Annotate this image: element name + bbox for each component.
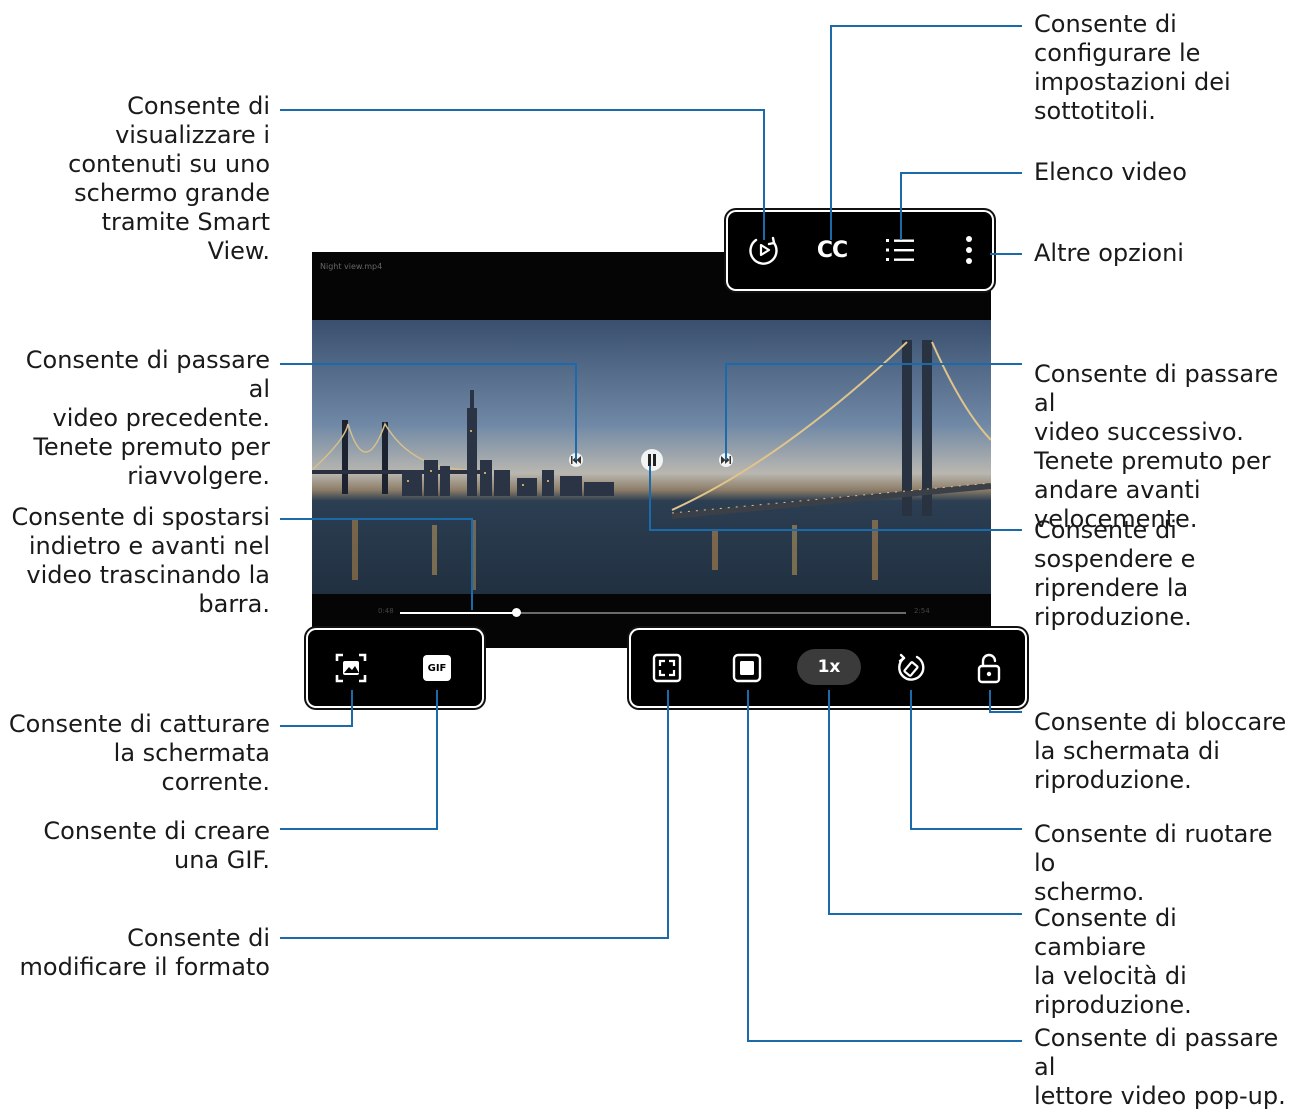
top-controls-panel: CC: [728, 212, 992, 289]
skip-back-icon: [571, 456, 581, 464]
gif-icon: GIF: [423, 655, 451, 681]
playback-controls-panel: 1x: [631, 630, 1025, 706]
leader-popup: [747, 690, 1022, 1042]
screen-capture-icon: [335, 653, 367, 683]
callout-next-video: Consente di passare al video successivo. T…: [1034, 360, 1279, 533]
leader-rotate: [910, 690, 1022, 830]
pause-icon: [648, 454, 656, 466]
callout-pause: Consente di sospendere e riprendere la ripr…: [1034, 516, 1196, 631]
smart-view-button[interactable]: [744, 230, 784, 270]
next-video-button[interactable]: [719, 453, 733, 467]
lock-icon: [977, 653, 1001, 684]
leader-gif: [280, 690, 438, 830]
callout-seek: Consente di spostarsi indietro e avanti n…: [11, 503, 270, 618]
callout-smart-view: Consente di visualizzare i contenuti su un…: [68, 92, 270, 265]
seek-bar-thumb[interactable]: [512, 608, 522, 617]
callout-prev-video: Consente di passare al video precedente. T…: [25, 346, 270, 490]
popup-player-icon: [732, 653, 762, 683]
subtitles-button[interactable]: CC: [808, 230, 856, 270]
smart-view-icon: [749, 236, 778, 265]
video-player-screen: Night view.mp4 0:48 2:54: [312, 252, 991, 648]
leader-ratio: [280, 690, 669, 939]
total-time: 2:54: [914, 607, 930, 615]
leader-speed: [828, 690, 1022, 915]
pause-button[interactable]: [641, 449, 663, 471]
previous-video-button[interactable]: [569, 453, 583, 467]
callout-popup: Consente di passare al lettore video pop-…: [1034, 1024, 1286, 1110]
more-options-button[interactable]: [954, 230, 984, 270]
video-list-button[interactable]: [880, 230, 920, 270]
seek-bar[interactable]: [400, 608, 906, 617]
rotate-button[interactable]: [891, 648, 931, 688]
callout-rotate: Consente di ruotare lo schermo.: [1034, 820, 1273, 906]
cc-icon: CC: [816, 237, 848, 263]
more-vertical-icon: [966, 236, 972, 264]
rotate-screen-icon: [898, 653, 925, 681]
aspect-ratio-icon: [652, 653, 682, 683]
callout-lock: Consente di bloccare la schermata di ripro…: [1034, 708, 1287, 794]
popup-player-button[interactable]: [727, 648, 767, 688]
ratio-button[interactable]: [647, 648, 687, 688]
callout-ratio: Consente di modificare il formato: [19, 924, 270, 981]
seek-bar-progress: [400, 612, 517, 614]
callout-gif: Consente di creare una GIF.: [43, 817, 270, 874]
leader-smart-view: [280, 109, 765, 240]
callout-subtitles: Consente di configurare le impostazioni de…: [1034, 10, 1231, 125]
capture-panel: GIF: [308, 630, 482, 706]
capture-button[interactable]: [330, 648, 372, 688]
callout-capture: Consente di catturare la schermata corrent…: [8, 710, 270, 796]
lock-button[interactable]: [969, 648, 1009, 688]
current-time: 0:48: [378, 607, 394, 615]
gif-button[interactable]: GIF: [416, 648, 458, 688]
skip-forward-icon: [721, 456, 731, 464]
video-title: Night view.mp4: [320, 262, 383, 271]
callout-more-options: Altre opzioni: [1034, 239, 1184, 267]
callout-video-list: Elenco video: [1034, 158, 1187, 186]
list-icon: [886, 239, 914, 261]
callout-speed: Consente di cambiare la velocità di riprod…: [1034, 904, 1192, 1019]
leader-subtitles: [830, 25, 1022, 240]
speed-button[interactable]: 1x: [797, 649, 861, 685]
